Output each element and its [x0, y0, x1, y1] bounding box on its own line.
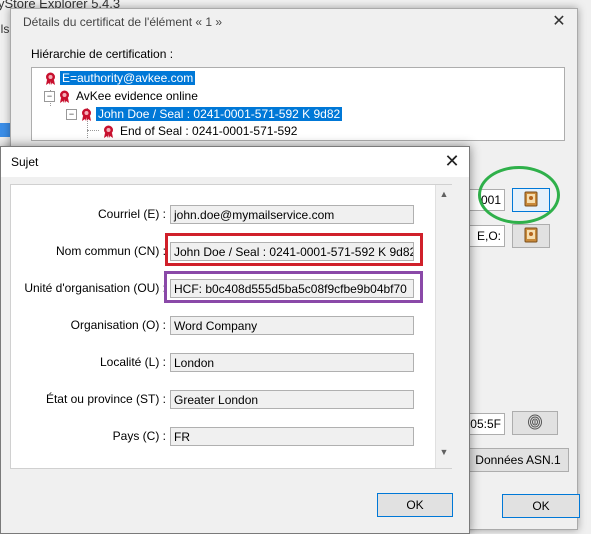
field-value-c[interactable]: FR: [170, 427, 414, 446]
field-value-l[interactable]: London: [170, 353, 414, 372]
dialog-title: Détails du certificat de l'élément « 1 »: [23, 15, 223, 29]
tree-connector: [87, 130, 99, 131]
field-label-st: État ou province (ST) :: [45, 392, 166, 406]
app-menu-fragment[interactable]: ils: [0, 22, 9, 36]
tree-node-label: E=authority@avkee.com: [60, 71, 196, 85]
tree-node-root[interactable]: E=authority@avkee.com: [44, 70, 196, 86]
extension-value-field[interactable]: E,O:: [464, 225, 505, 247]
highlight-box-purple: [164, 271, 423, 303]
scroll-up-icon[interactable]: ▲: [436, 189, 452, 199]
app-selection-strip: [0, 123, 10, 137]
seal-icon: [44, 72, 57, 86]
field-label-c: Pays (C) :: [112, 429, 166, 443]
dialog-title: Sujet: [11, 155, 39, 169]
fingerprint-icon: [527, 414, 543, 433]
collapse-icon[interactable]: −: [66, 109, 77, 121]
subject-fields-panel: Courriel (E) : john.doe@mymailservice.co…: [10, 184, 452, 469]
field-value-email[interactable]: john.doe@mymailservice.com: [170, 205, 414, 224]
field-value-o[interactable]: Word Company: [170, 316, 414, 335]
fingerprint-button[interactable]: [512, 411, 558, 435]
close-button[interactable]: ✕: [439, 150, 465, 172]
certification-tree[interactable]: E=authority@avkee.com − AvKee evidence on…: [31, 67, 565, 141]
field-label-cn: Nom commun (CN) :: [55, 244, 166, 258]
ok-button[interactable]: OK: [377, 493, 453, 517]
close-button[interactable]: ✕: [547, 11, 571, 31]
field-value-st[interactable]: Greater London: [170, 390, 414, 409]
field-label-l: Localité (L) :: [99, 355, 166, 369]
tree-node-label: End of Seal : 0241-0001-571-592: [120, 124, 298, 138]
tree-node-label: AvKee evidence online: [76, 89, 198, 103]
tree-node-john-doe[interactable]: − John Doe / Seal : 0241-0001-571-592 K 9…: [66, 106, 343, 122]
highlight-circle-green: [478, 166, 560, 224]
subject-dialog: Sujet ✕ Courriel (E) : john.doe@mymailse…: [0, 146, 470, 534]
hierarchy-label: Hiérarchie de certification :: [31, 47, 174, 61]
ok-button[interactable]: OK: [502, 494, 580, 518]
tree-node-avkee[interactable]: − AvKee evidence online: [44, 88, 200, 104]
vertical-scrollbar[interactable]: ▲ ▼: [435, 185, 452, 468]
seal-icon: [102, 125, 115, 139]
certificate-book-icon: [524, 227, 538, 246]
asn1-data-button[interactable]: Données ASN.1: [467, 448, 569, 472]
field-label-ou: Unité d'organisation (OU) :: [24, 281, 166, 295]
seal-icon: [58, 90, 71, 104]
tree-node-end-of-seal[interactable]: End of Seal : 0241-0001-571-592: [102, 123, 299, 139]
tree-node-label: John Doe / Seal : 0241-0001-571-592 K 9d…: [96, 107, 343, 121]
view-issuer-button[interactable]: [512, 224, 550, 248]
highlight-box-red: [165, 233, 423, 266]
field-label-o: Organisation (O) :: [70, 318, 166, 332]
extension-value-field[interactable]: :05:5F: [464, 413, 505, 435]
scroll-down-icon[interactable]: ▼: [436, 447, 452, 457]
collapse-icon[interactable]: −: [44, 91, 55, 103]
field-label-email: Courriel (E) :: [97, 207, 166, 221]
subject-titlebar: Sujet ✕: [1, 147, 469, 177]
seal-icon: [80, 108, 93, 122]
